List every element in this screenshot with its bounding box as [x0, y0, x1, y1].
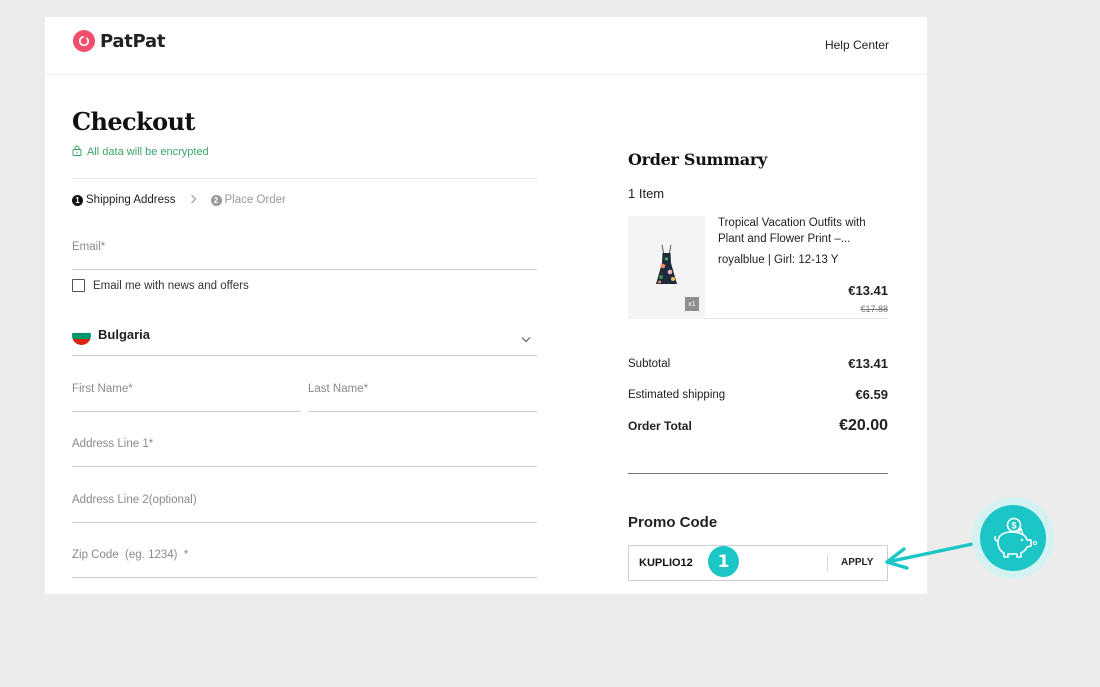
subtotal-label: Subtotal	[628, 357, 671, 370]
secure-note: All data will be encrypted	[72, 145, 209, 159]
email-placeholder: Email*	[72, 241, 106, 253]
piggy-bank-widget[interactable]: $	[972, 497, 1054, 579]
last-name-placeholder: Last Name*	[308, 383, 369, 395]
logo[interactable]: PatPat	[72, 29, 165, 53]
product-name[interactable]: Tropical Vacation Outfits with Plant and…	[718, 216, 888, 247]
chevron-right-icon	[190, 193, 197, 207]
step-place-order[interactable]: 2 Place Order	[210, 194, 286, 206]
country-value: Bulgaria	[98, 327, 151, 342]
shipping-row: Estimated shipping €6.59	[628, 387, 888, 402]
step-label: Place Order	[224, 194, 286, 206]
shipping-label: Estimated shipping	[628, 388, 726, 401]
step-shipping-address[interactable]: 1 Shipping Address	[72, 194, 176, 206]
newsletter-checkbox[interactable]	[72, 279, 85, 292]
checkout-steps: 1 Shipping Address 2 Place Order	[72, 193, 286, 207]
step-number: 2	[210, 194, 222, 206]
cart-item: x1 Tropical Vacation Outfits with Plant …	[628, 216, 888, 319]
product-original-price: €17.88	[860, 304, 888, 314]
promo-code-value: KUPLIO12	[639, 557, 693, 569]
step-number: 1	[72, 194, 83, 206]
promo-code-input[interactable]: KUPLIO12 APPLY	[628, 545, 888, 581]
first-name-field[interactable]: First Name*	[72, 375, 301, 412]
shipping-value: €6.59	[855, 387, 888, 402]
items-count: 1 Item	[628, 186, 665, 201]
product-image[interactable]: x1	[628, 216, 705, 319]
address-line-1-field[interactable]: Address Line 1*	[72, 430, 537, 467]
zip-code-placeholder: Zip Code (eg. 1234) *	[72, 549, 189, 561]
piggy-bank-icon: $	[980, 505, 1046, 571]
patpat-logo-icon	[72, 29, 96, 53]
address-line-1-placeholder: Address Line 1*	[72, 438, 154, 450]
address-line-2-placeholder: Address Line 2(optional)	[72, 494, 197, 506]
logo-text: PatPat	[100, 30, 166, 52]
last-name-field[interactable]: Last Name*	[308, 375, 537, 412]
address-line-2-field[interactable]: Address Line 2(optional)	[72, 486, 537, 523]
page-title: Checkout	[72, 107, 195, 136]
quantity-badge: x1	[685, 297, 699, 311]
chevron-down-icon	[521, 330, 531, 348]
zip-code-field[interactable]: Zip Code (eg. 1234) *	[72, 541, 537, 578]
divider	[827, 555, 828, 571]
header: PatPat Help Center	[45, 17, 927, 75]
step-label: Shipping Address	[86, 194, 176, 206]
newsletter-option[interactable]: Email me with news and offers	[72, 279, 249, 292]
help-center-link[interactable]: Help Center	[825, 38, 889, 52]
subtotal-row: Subtotal €13.41	[628, 356, 888, 371]
arrow-left-icon	[885, 540, 984, 570]
secure-note-text: All data will be encrypted	[87, 146, 209, 158]
checkout-page: PatPat Help Center Checkout All data wil…	[45, 17, 927, 594]
country-select[interactable]: Bulgaria	[72, 318, 537, 356]
apply-button[interactable]: APPLY	[841, 557, 873, 568]
subtotal-value: €13.41	[848, 356, 888, 371]
email-field[interactable]: Email*	[72, 233, 537, 270]
lock-icon	[72, 145, 87, 159]
order-summary-title: Order Summary	[628, 150, 767, 169]
divider	[628, 473, 888, 474]
order-total-row: Order Total €20.00	[628, 417, 888, 435]
first-name-placeholder: First Name*	[72, 383, 133, 395]
order-total-value: €20.00	[839, 417, 888, 434]
promo-code-title: Promo Code	[628, 514, 718, 531]
svg-text:$: $	[1011, 521, 1016, 531]
product-variant: royalblue | Girl: 12-13 Y	[718, 254, 839, 266]
order-total-label: Order Total	[628, 419, 692, 433]
divider	[72, 178, 537, 179]
step-badge: 1	[708, 546, 739, 577]
bulgaria-flag-icon	[72, 326, 91, 345]
newsletter-label: Email me with news and offers	[93, 279, 249, 292]
product-price: €13.41	[848, 283, 888, 298]
